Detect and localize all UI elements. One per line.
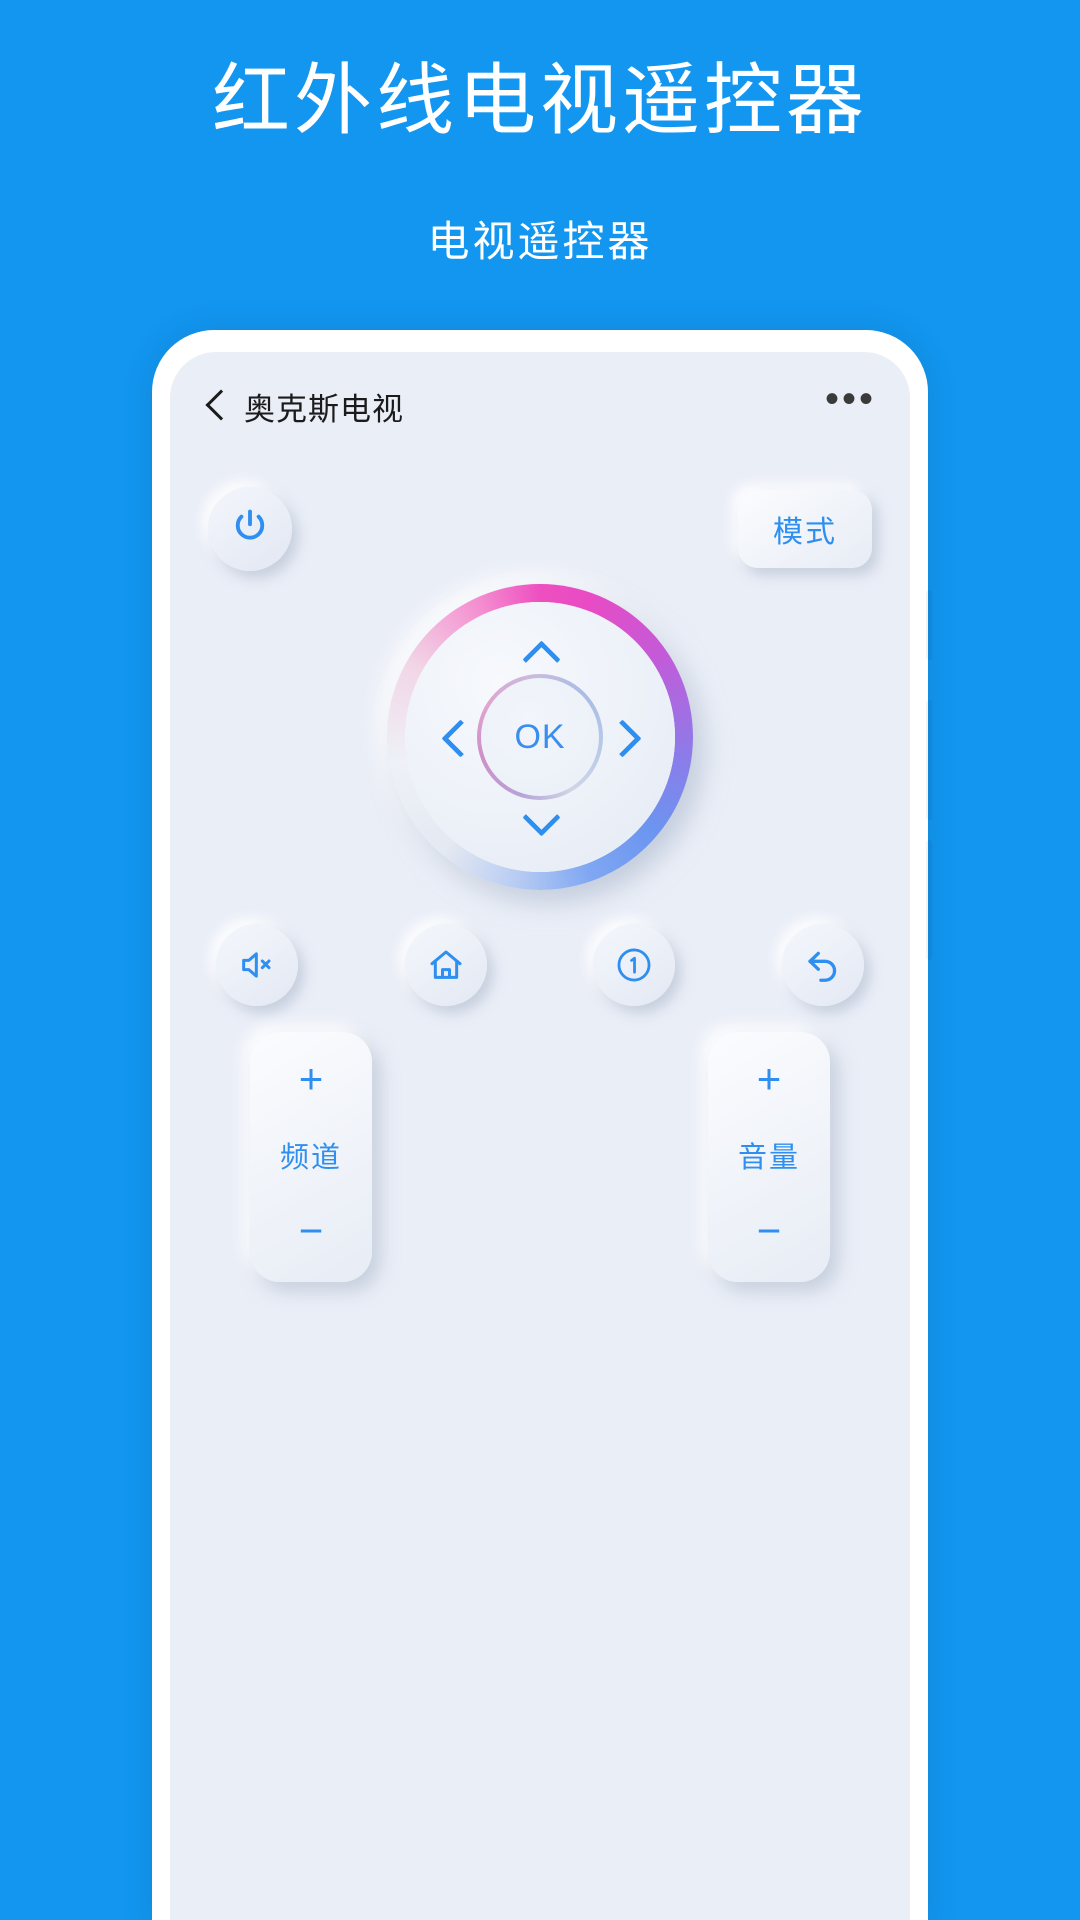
promo-header: 红外线电视遥控器 电视遥控器 bbox=[0, 0, 1080, 269]
ok-button-label: OK bbox=[514, 717, 566, 756]
phone-side-button-b bbox=[926, 700, 932, 820]
home-icon bbox=[426, 945, 466, 985]
chevron-left-icon[interactable] bbox=[439, 717, 479, 757]
dpad-container: OK bbox=[170, 584, 910, 890]
volume-down-button[interactable]: − bbox=[757, 1210, 782, 1252]
dpad-inner-shell: OK bbox=[405, 602, 675, 872]
dpad-gradient-ring: OK bbox=[387, 584, 693, 890]
top-control-row: 模式 bbox=[170, 474, 910, 584]
power-icon bbox=[229, 506, 271, 553]
channel-rocker-label: 频道 bbox=[279, 1142, 342, 1174]
rocker-row: + 频道 − + 音量 − bbox=[170, 1032, 910, 1282]
phone-side-button-a bbox=[926, 590, 932, 660]
ok-button[interactable]: OK bbox=[477, 674, 603, 800]
circled-one-icon bbox=[613, 944, 655, 986]
chevron-right-icon[interactable] bbox=[601, 717, 641, 757]
power-button[interactable] bbox=[208, 487, 292, 571]
phone-screen: 奥克斯电视 ••• 模式 OK + 频道 − + 音量 − bbox=[170, 352, 910, 1920]
back-chevron-icon[interactable] bbox=[204, 386, 230, 426]
chevron-down-icon[interactable] bbox=[520, 796, 560, 836]
mode-button[interactable]: 模式 bbox=[738, 490, 872, 568]
channel-up-button[interactable]: + bbox=[299, 1058, 324, 1100]
page-subtitle: 电视遥控器 bbox=[427, 217, 653, 265]
volume-up-button[interactable]: + bbox=[757, 1058, 782, 1100]
mute-button[interactable] bbox=[216, 924, 298, 1006]
more-options-icon[interactable]: ••• bbox=[825, 379, 876, 421]
channel-down-button[interactable]: − bbox=[299, 1210, 324, 1252]
page-title: 红外线电视遥控器 bbox=[211, 56, 868, 144]
undo-arrow-icon bbox=[802, 944, 844, 986]
home-button[interactable] bbox=[404, 924, 487, 1006]
speaker-mute-icon bbox=[237, 945, 277, 985]
phone-mockup: 奥克斯电视 ••• 模式 OK + 频道 − + 音量 − bbox=[152, 330, 932, 1920]
app-header: 奥克斯电视 ••• bbox=[170, 352, 910, 460]
dpad-face: OK bbox=[405, 602, 675, 872]
chevron-up-icon[interactable] bbox=[520, 638, 560, 678]
app-header-title: 奥克斯电视 bbox=[244, 391, 404, 427]
function-button-row bbox=[170, 924, 910, 1006]
back-button[interactable] bbox=[781, 924, 864, 1006]
channel-rocker[interactable]: + 频道 − bbox=[250, 1032, 372, 1282]
info-button[interactable] bbox=[593, 924, 676, 1006]
volume-rocker[interactable]: + 音量 − bbox=[708, 1032, 830, 1282]
volume-rocker-label: 音量 bbox=[737, 1142, 800, 1174]
phone-side-button-c bbox=[926, 840, 932, 960]
